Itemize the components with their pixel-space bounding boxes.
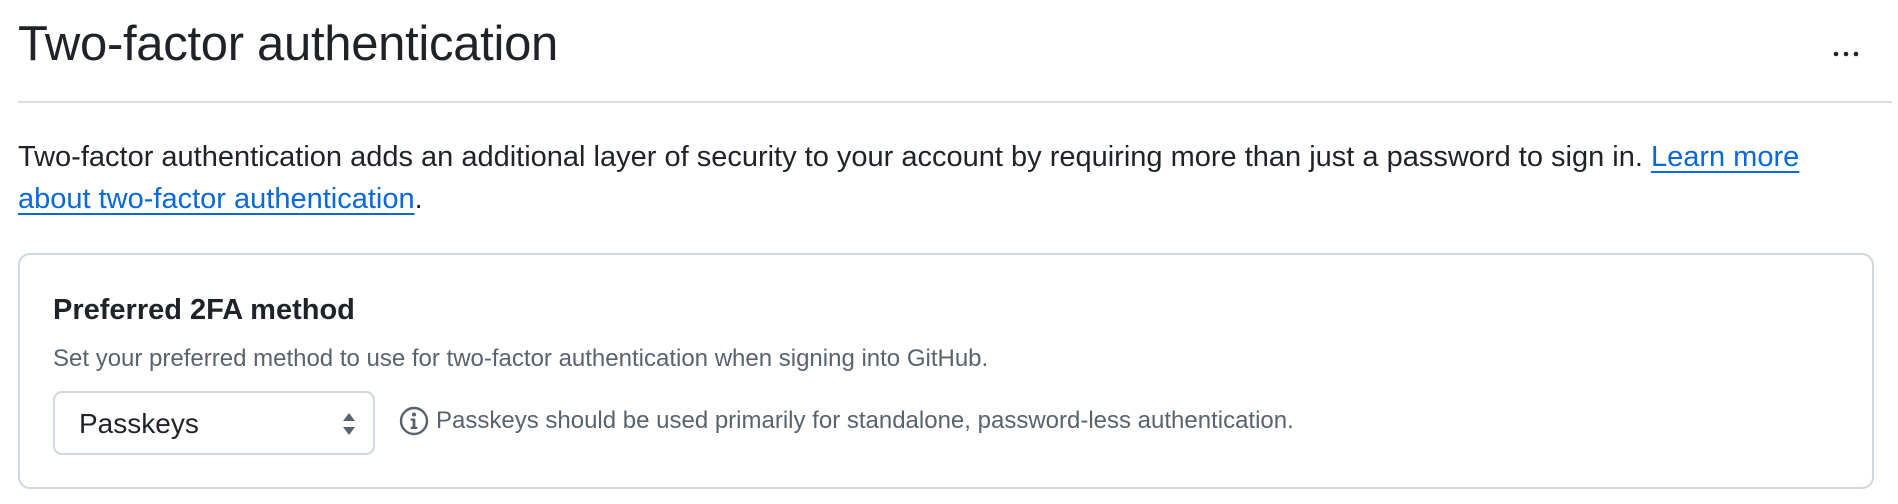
- preferred-method-description: Set your preferred method to use for two…: [53, 345, 989, 372]
- select-arrows-icon: [341, 411, 357, 442]
- two-factor-settings-page: Two-factor authentication Two-factor aut…: [18, 0, 1892, 489]
- intro-text: Two-factor authentication adds an additi…: [18, 141, 1651, 173]
- preferred-2fa-method-card: Preferred 2FA method Set your preferred …: [18, 253, 1874, 489]
- hint-text: Passkeys should be used primarily for st…: [436, 407, 1294, 434]
- intro-paragraph: Two-factor authentication adds an additi…: [18, 136, 1878, 220]
- info-icon: [398, 405, 430, 437]
- select-selected-value: Passkeys: [79, 408, 199, 439]
- page-title: Two-factor authentication: [18, 17, 558, 71]
- preferred-method-select[interactable]: Passkeys: [53, 391, 375, 455]
- more-options-button[interactable]: [1826, 34, 1866, 74]
- intro-trailing: .: [414, 183, 423, 215]
- kebab-horizontal-icon: [1833, 51, 1859, 57]
- preferred-method-hint: Passkeys should be used primarily for st…: [398, 405, 1294, 437]
- preferred-method-title: Preferred 2FA method: [53, 294, 355, 326]
- page-header: Two-factor authentication: [18, 0, 1892, 103]
